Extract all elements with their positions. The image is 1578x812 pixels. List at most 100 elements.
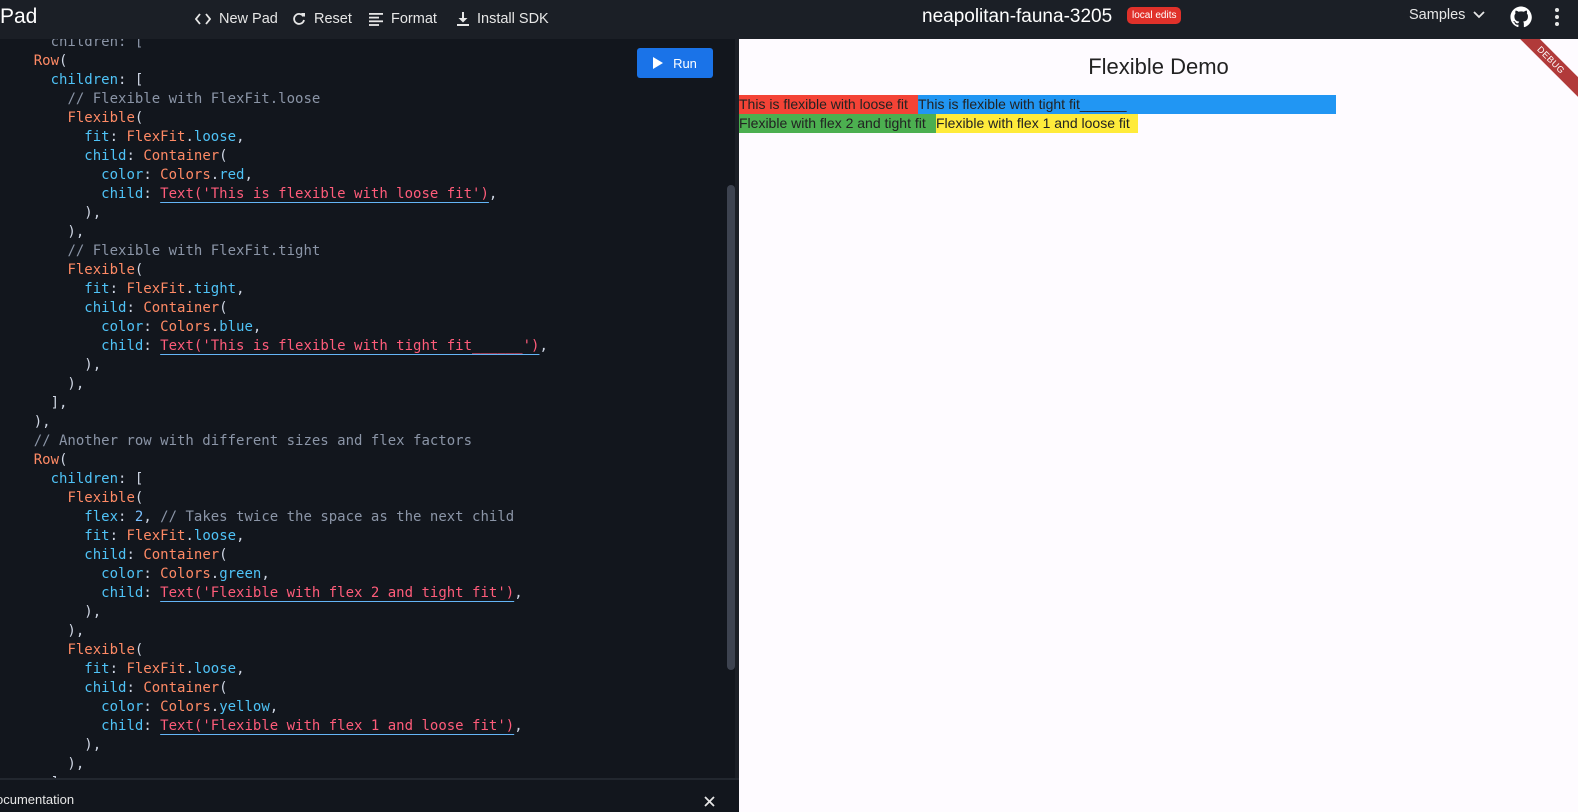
format-button[interactable]: Format xyxy=(369,6,437,32)
flex-2-container: Flexible with flex 2 and tight fit xyxy=(739,114,936,133)
code-token: Container xyxy=(143,680,220,696)
code-token: Colors xyxy=(160,319,211,335)
app-preview[interactable]: Flexible Demo DEBUG This is flexible wit… xyxy=(739,39,1578,812)
code-token: child xyxy=(101,718,144,734)
code-editor[interactable]: children: [ Row( children: [ // Flexible… xyxy=(0,39,739,778)
code-line[interactable]: color: Colors.green, xyxy=(0,565,730,584)
code-line[interactable]: fit: FlexFit.loose, xyxy=(0,128,730,147)
code-line[interactable]: color: Colors.yellow, xyxy=(0,698,730,717)
code-token: ), xyxy=(0,623,85,639)
code-line[interactable]: fit: FlexFit.tight, xyxy=(0,280,730,299)
code-token: : xyxy=(109,129,127,145)
code-line[interactable]: Flexible( xyxy=(0,641,730,660)
code-line[interactable]: Flexible( xyxy=(0,109,730,128)
more-menu-button[interactable] xyxy=(1554,7,1560,32)
reset-label: Reset xyxy=(314,11,352,27)
local-edits-badge: local edits xyxy=(1127,7,1182,24)
code-token: color xyxy=(101,566,144,582)
code-line[interactable]: ), xyxy=(0,356,730,375)
code-line[interactable]: child: Container( xyxy=(0,546,730,565)
code-token: , xyxy=(236,528,245,544)
install-sdk-button[interactable]: Install SDK xyxy=(457,6,549,32)
code-line[interactable]: Flexible( xyxy=(0,489,730,508)
code-line[interactable]: child: Container( xyxy=(0,679,730,698)
code-line[interactable]: color: Colors.blue, xyxy=(0,318,730,337)
code-line[interactable]: child: Container( xyxy=(0,299,730,318)
run-label: Run xyxy=(673,55,697,71)
refresh-icon xyxy=(293,13,305,25)
code-token: Container xyxy=(143,547,220,563)
code-line[interactable]: children: [ xyxy=(0,470,730,489)
code-token: loose xyxy=(193,661,237,677)
code-line[interactable]: child: Text('This is flexible with tight… xyxy=(0,337,730,356)
github-link[interactable] xyxy=(1510,6,1532,33)
code-token: . xyxy=(210,566,220,582)
chevron-down-icon xyxy=(1473,11,1486,19)
code-token: Flexible xyxy=(67,110,135,126)
code-line[interactable]: flex: 2, // Takes twice the space as the… xyxy=(0,508,730,527)
code-line[interactable]: child: Text('Flexible with flex 2 and ti… xyxy=(0,584,730,603)
code-line[interactable]: ), xyxy=(0,755,730,774)
code-line[interactable]: // Flexible with FlexFit.loose xyxy=(0,90,730,109)
code-line[interactable]: children: [ xyxy=(0,71,730,90)
editor-scrollbar-thumb[interactable] xyxy=(727,185,735,670)
code-token: ), xyxy=(0,224,85,240)
code-line[interactable]: // Another row with different sizes and … xyxy=(0,432,730,451)
code-line[interactable]: child: Text('Flexible with flex 1 and lo… xyxy=(0,717,730,736)
code-line[interactable]: ), xyxy=(0,413,730,432)
code-token: child xyxy=(101,338,144,354)
code-line[interactable]: color: Colors.red, xyxy=(0,166,730,185)
top-bar: Pad New Pad Reset Format Install SDK nea… xyxy=(0,0,1578,39)
run-button[interactable]: Run xyxy=(637,48,713,78)
code-token: Flexible xyxy=(67,490,135,506)
code-token: , xyxy=(514,585,523,601)
reset-button[interactable]: Reset xyxy=(292,6,352,32)
code-line[interactable]: ), xyxy=(0,736,730,755)
documentation-close-button[interactable] xyxy=(704,794,715,812)
code-token: // Takes twice the space as the next chi… xyxy=(160,509,515,525)
code-token: color xyxy=(101,699,144,715)
code-line[interactable]: // Flexible with FlexFit.tight xyxy=(0,242,730,261)
code-line[interactable]: ), xyxy=(0,204,730,223)
code-line[interactable]: Flexible( xyxy=(0,261,730,280)
code-token: ), xyxy=(0,604,102,620)
code-token: , xyxy=(252,319,262,335)
code-line[interactable]: ), xyxy=(0,223,730,242)
code-line[interactable]: fit: FlexFit.loose, xyxy=(0,660,730,679)
download-icon xyxy=(457,12,469,26)
app-bar-title: Flexible Demo xyxy=(1088,54,1229,79)
code-line[interactable]: ], xyxy=(0,394,730,413)
code-line[interactable]: ), xyxy=(0,603,730,622)
code-line[interactable]: child: Text('This is flexible with loose… xyxy=(0,185,730,204)
code-token: ( xyxy=(219,148,228,164)
new-pad-button[interactable]: New Pad xyxy=(195,6,278,32)
code-token: Text('Flexible with flex 2 and tight fit… xyxy=(160,585,515,601)
code-line[interactable]: Row( xyxy=(0,451,730,470)
code-token: , xyxy=(514,718,523,734)
code-lines[interactable]: children: [ Row( children: [ // Flexible… xyxy=(0,39,730,778)
more-vert-icon xyxy=(1555,8,1559,26)
code-token: : xyxy=(118,509,135,525)
code-line[interactable]: Row( xyxy=(0,52,730,71)
samples-dropdown[interactable]: Samples xyxy=(1409,7,1486,23)
code-line[interactable]: child: Container( xyxy=(0,147,730,166)
code-token: child xyxy=(101,585,144,601)
code-token: Text('This is flexible with loose fit') xyxy=(160,186,489,202)
code-line[interactable]: fit: FlexFit.loose, xyxy=(0,527,730,546)
editor-scrollbar[interactable] xyxy=(727,185,735,670)
code-line[interactable]: ), xyxy=(0,622,730,641)
code-line[interactable]: children: [ xyxy=(0,39,730,52)
code-token: : [ xyxy=(118,72,144,88)
code-line[interactable]: ), xyxy=(0,375,730,394)
code-token: Text('This is flexible with tight fit___… xyxy=(160,338,540,354)
